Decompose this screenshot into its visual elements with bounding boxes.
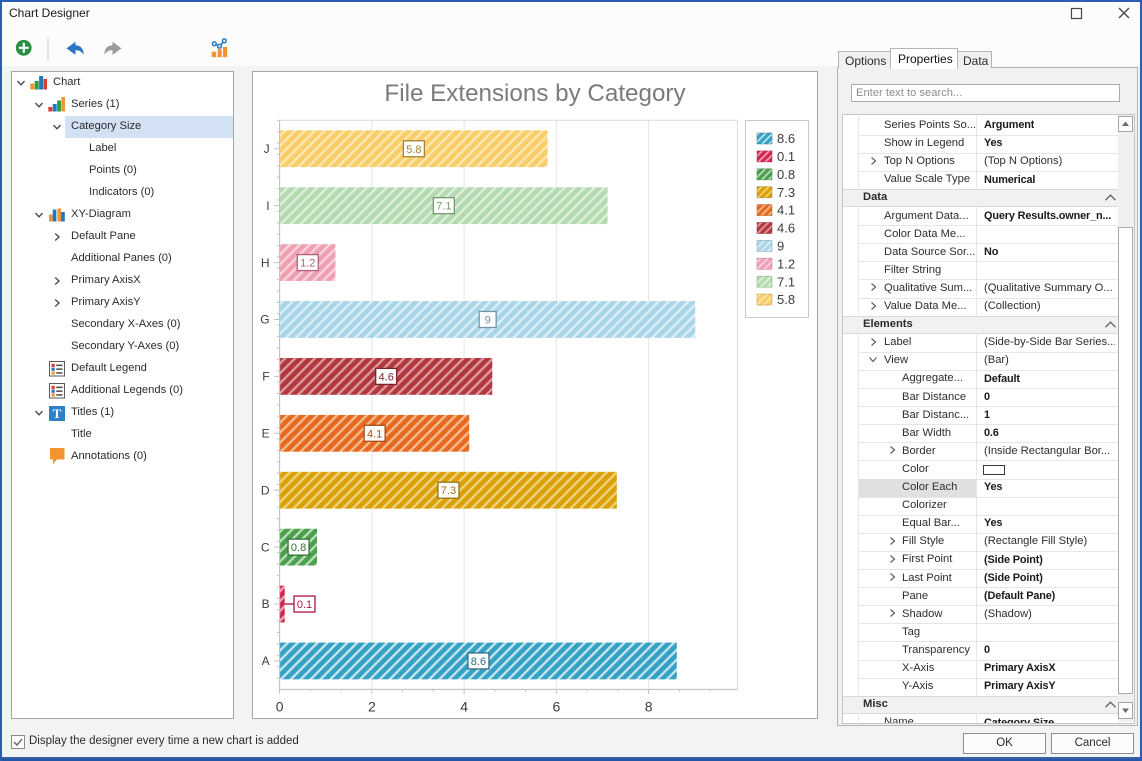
svg-text:4.1: 4.1 — [367, 428, 382, 440]
svg-text:8.6: 8.6 — [471, 656, 486, 668]
svg-text:6: 6 — [552, 698, 560, 714]
svg-text:1.2: 1.2 — [300, 258, 315, 270]
svg-text:D: D — [261, 483, 270, 497]
svg-text:9: 9 — [777, 239, 784, 254]
svg-text:0.1: 0.1 — [777, 149, 795, 164]
svg-text:5.8: 5.8 — [406, 144, 421, 156]
svg-text:1.2: 1.2 — [777, 256, 795, 271]
svg-text:0.1: 0.1 — [297, 599, 312, 611]
svg-text:8.6: 8.6 — [777, 131, 795, 146]
svg-text:T: T — [53, 406, 62, 421]
svg-text:I: I — [266, 199, 269, 213]
svg-text:G: G — [260, 313, 269, 327]
svg-text:F: F — [262, 370, 269, 384]
svg-text:5.8: 5.8 — [777, 292, 795, 307]
svg-text:9: 9 — [485, 314, 491, 326]
svg-text:J: J — [264, 142, 270, 156]
svg-text:C: C — [261, 540, 270, 554]
svg-text:H: H — [261, 256, 270, 270]
svg-text:A: A — [262, 654, 270, 668]
svg-text:8: 8 — [645, 698, 653, 714]
svg-text:4: 4 — [460, 698, 468, 714]
svg-text:0.8: 0.8 — [777, 167, 795, 182]
svg-text:4.1: 4.1 — [777, 203, 795, 218]
svg-text:4.6: 4.6 — [379, 371, 394, 383]
svg-text:0.8: 0.8 — [291, 542, 306, 554]
svg-text:0: 0 — [276, 698, 284, 714]
svg-text:File Extensions by Category: File Extensions by Category — [384, 80, 686, 107]
svg-text:7.3: 7.3 — [777, 185, 795, 200]
svg-text:B: B — [262, 597, 270, 611]
svg-text:7.3: 7.3 — [441, 485, 456, 497]
svg-text:E: E — [262, 427, 270, 441]
svg-text:7.1: 7.1 — [777, 274, 795, 289]
svg-text:2: 2 — [368, 698, 376, 714]
svg-text:7.1: 7.1 — [436, 201, 451, 213]
svg-text:4.6: 4.6 — [777, 221, 795, 236]
